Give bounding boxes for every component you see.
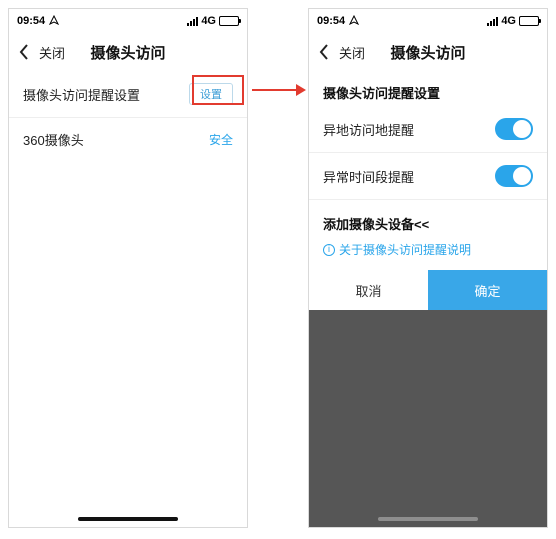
close-button[interactable]: 关闭 [39,43,65,62]
row-alert-settings: 摄像头访问提醒设置 设置 [9,71,247,118]
row-label: 摄像头访问提醒设置 [23,85,189,104]
status-network: 4G [501,15,516,27]
nav-bar: 关闭 摄像头访问 [9,33,247,71]
back-button[interactable] [309,33,339,71]
home-indicator [378,517,478,521]
status-bar: 09:54 4G [9,9,247,33]
cancel-button[interactable]: 取消 [309,270,428,310]
toggle-row-remote-access: 异地访问地提醒 [309,106,547,153]
signal-icon [487,17,498,26]
close-button[interactable]: 关闭 [339,43,365,62]
home-indicator [78,517,178,521]
battery-icon [519,16,539,26]
toggle-label: 异地访问地提醒 [323,120,495,139]
arrow-icon [252,80,306,100]
row-value: 安全 [209,131,233,148]
signal-icon [187,17,198,26]
status-network: 4G [201,15,216,27]
toggle-label: 异常时间段提醒 [323,167,495,186]
row-label: 360摄像头 [23,130,209,149]
battery-icon [219,16,239,26]
nav-bar: 关闭 摄像头访问 [309,33,547,71]
back-button[interactable] [9,33,39,71]
settings-button[interactable]: 设置 [189,83,233,105]
phone-left: 09:54 4G 关闭 摄像头访问 摄像头访问提醒设置 设置 [8,8,248,528]
info-icon: i [323,244,335,256]
confirm-bar: 取消 确定 [309,270,547,310]
location-icon [349,15,359,28]
info-link[interactable]: i 关于摄像头访问提醒说明 [309,237,547,270]
row-360-camera[interactable]: 360摄像头 安全 [9,118,247,161]
toggle-switch[interactable] [495,118,533,140]
confirm-button[interactable]: 确定 [428,270,547,310]
toggle-switch[interactable] [495,165,533,187]
status-time: 09:54 [317,15,345,27]
toggle-row-abnormal-time: 异常时间段提醒 [309,153,547,200]
backdrop [309,310,547,527]
phone-right: 09:54 4G 关闭 摄像头访问 摄像头访问提醒设置 异地访问地提醒 [308,8,548,528]
status-time: 09:54 [17,15,45,27]
add-device-link[interactable]: 添加摄像头设备<< [309,200,547,237]
section-header: 摄像头访问提醒设置 [309,71,547,106]
status-bar: 09:54 4G [309,9,547,33]
location-icon [49,15,59,28]
info-link-text: 关于摄像头访问提醒说明 [339,241,471,258]
